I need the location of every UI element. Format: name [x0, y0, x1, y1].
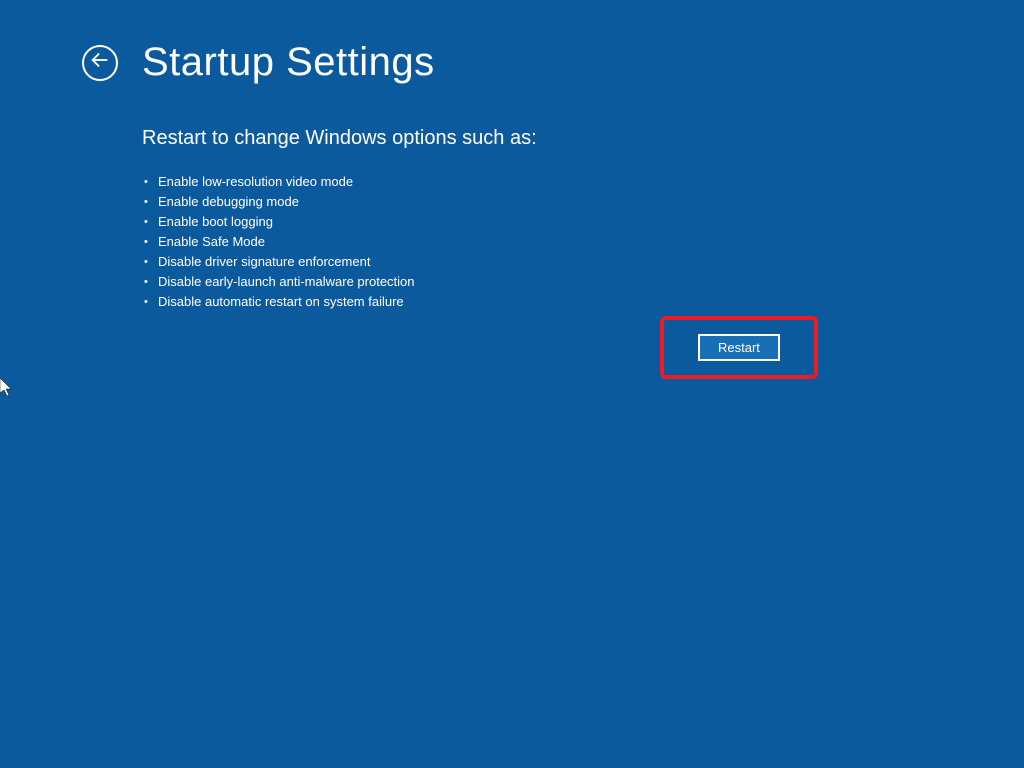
options-list: Enable low-resolution video mode Enable …	[142, 172, 1024, 312]
header: Startup Settings	[0, 0, 1024, 85]
list-item: Disable driver signature enforcement	[142, 252, 1024, 272]
back-arrow-icon	[89, 49, 111, 76]
list-item: Enable debugging mode	[142, 192, 1024, 212]
back-button[interactable]	[82, 45, 118, 81]
list-item: Enable low-resolution video mode	[142, 172, 1024, 192]
subtitle: Restart to change Windows options such a…	[142, 127, 1024, 150]
page-title: Startup Settings	[142, 40, 435, 85]
list-item: Enable boot logging	[142, 212, 1024, 232]
content-area: Restart to change Windows options such a…	[0, 85, 1024, 312]
button-area: Restart	[660, 316, 818, 379]
list-item: Disable early-launch anti-malware protec…	[142, 272, 1024, 292]
cursor-icon	[0, 378, 16, 398]
highlight-annotation: Restart	[660, 316, 818, 379]
list-item: Disable automatic restart on system fail…	[142, 292, 1024, 312]
list-item: Enable Safe Mode	[142, 232, 1024, 252]
restart-button[interactable]: Restart	[698, 334, 780, 361]
